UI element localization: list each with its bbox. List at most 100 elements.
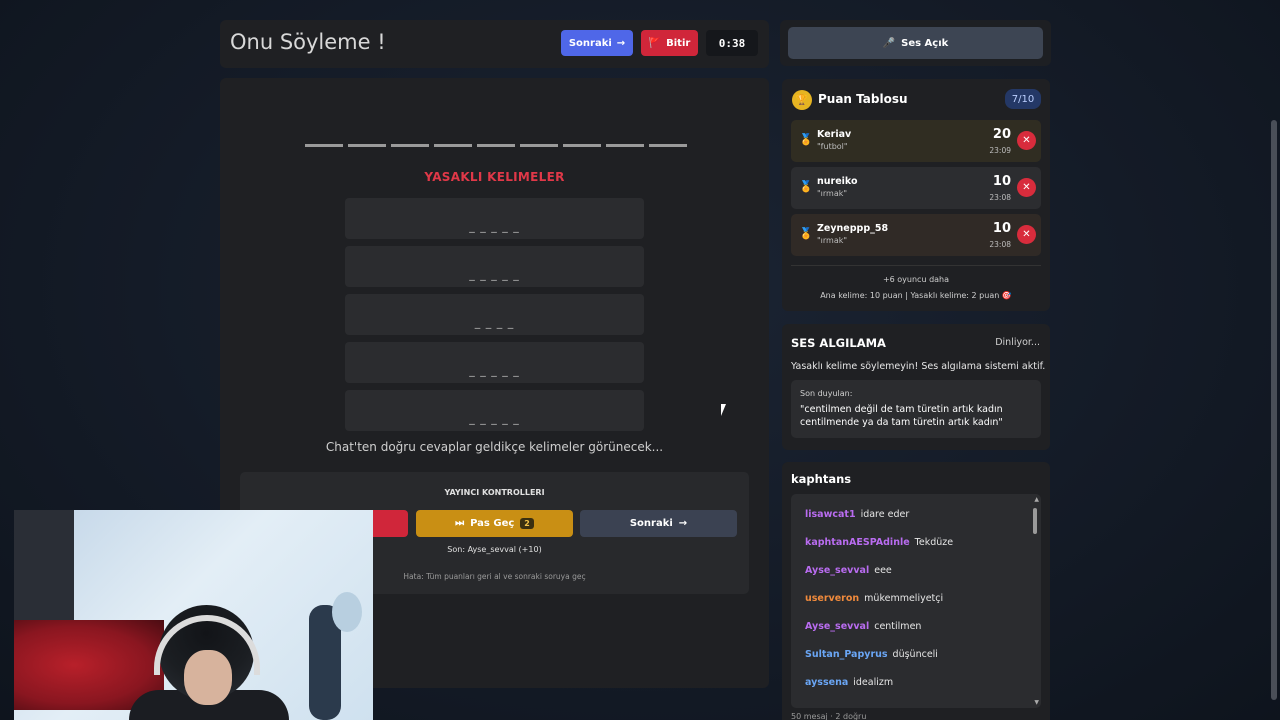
letter-slot — [520, 144, 558, 147]
player-time: 23:09 — [989, 146, 1011, 155]
player-word: "ırmak" — [817, 236, 848, 245]
chat-username: Ayse_sevval — [805, 565, 870, 576]
scoreboard-row: 🏅 nureiko "ırmak" 10 23:08 ✕ — [791, 167, 1041, 209]
chat-panel: kaphtans ▲ ▼ lisawcat1 idare eder kaphtan… — [782, 462, 1050, 720]
pass-count-badge: 2 — [520, 518, 534, 529]
player-name: nureiko — [817, 176, 858, 187]
letter-slot — [434, 144, 472, 147]
chat-text: centilmen — [874, 621, 922, 632]
letter-slot — [391, 144, 429, 147]
sound-label: Ses Açık — [901, 37, 949, 49]
pass-label: Pas Geç — [470, 518, 515, 529]
arrow-right-icon: → — [678, 518, 688, 529]
forbidden-words-title: YASAKLI KELIMELER — [424, 170, 565, 184]
player-score: 10 — [992, 221, 1011, 236]
chat-message: Ayse_sevval eee — [805, 565, 892, 576]
player-word: "ırmak" — [817, 189, 848, 198]
remove-player-button[interactable]: ✕ — [1017, 225, 1036, 244]
microphone-icon: 🎤 — [882, 37, 896, 49]
letter-slot — [305, 144, 343, 147]
letter-slot — [649, 144, 687, 147]
points-info: Ana kelime: 10 puan | Yasaklı kelime: 2 … — [820, 291, 1012, 300]
next-label: Sonraki — [568, 37, 612, 49]
letter-slot — [348, 144, 386, 147]
chat-message: ayssena idealizm — [805, 677, 893, 688]
chat-message: userveron mükemmeliyetçi — [805, 593, 943, 604]
chat-username: kaphtanAESPAdinle — [805, 537, 910, 548]
divider — [791, 265, 1041, 266]
letter-slot — [477, 144, 515, 147]
bronze-medal-icon: 🏅 — [799, 227, 813, 240]
round-timer: 0:38 — [706, 30, 758, 56]
chat-text: Tekdüze — [914, 537, 954, 548]
chat-message: Ayse_sevval centilmen — [805, 621, 921, 632]
silver-medal-icon: 🏅 — [799, 180, 813, 193]
page-scrollbar[interactable] — [1271, 120, 1277, 700]
next-label: Sonraki — [629, 518, 673, 529]
player-score: 10 — [992, 174, 1011, 189]
sound-toggle-button[interactable]: 🎤 Ses Açık — [788, 27, 1043, 59]
target-word-placeholder — [305, 144, 687, 147]
pass-button[interactable]: ⏭ Pas Geç 2 — [416, 510, 573, 537]
scoreboard-count-badge: 7/10 — [1005, 89, 1041, 109]
voice-description: Yasaklı kelime söylemeyin! Ses algılama … — [791, 361, 1046, 372]
chat-hint: Chat'ten doğru cevaplar geldikçe kelimel… — [325, 440, 664, 454]
chat-text: idare eder — [860, 509, 910, 520]
finish-label: Bitir — [666, 37, 691, 49]
chat-message: kaphtanAESPAdinle Tekdüze — [805, 537, 953, 548]
scroll-up-icon[interactable]: ▲ — [1034, 496, 1039, 503]
player-time: 23:08 — [989, 240, 1011, 249]
finish-button[interactable]: 🚩 Bitir — [641, 30, 698, 56]
chat-message: lisawcat1 idare eder — [805, 509, 909, 520]
chat-username: Ayse_sevval — [805, 621, 870, 632]
flag-icon: 🚩 — [648, 37, 662, 49]
last-heard-label: Son duyulan: — [800, 389, 853, 398]
header-next-button[interactable]: Sonraki → — [561, 30, 633, 56]
skip-icon: ⏭ — [455, 518, 465, 529]
scoreboard-row: 🏅 Zeyneppp_58 "ırmak" 10 23:08 ✕ — [791, 214, 1041, 256]
last-heard-box: Son duyulan: "centilmen değil de tam tür… — [791, 380, 1041, 438]
webcam-overlay — [14, 510, 373, 720]
webcam-shadow — [14, 510, 74, 630]
chat-text: düşünceli — [892, 649, 938, 660]
voice-status: Dinliyor... — [995, 337, 1040, 348]
forbidden-word-slot: _ _ _ _ _ — [345, 198, 644, 239]
game-header: Onu Söyleme ! Sonraki → 🚩 Bitir 0:38 — [220, 20, 769, 68]
player-word: "futbol" — [817, 142, 848, 151]
player-score: 20 — [992, 127, 1011, 142]
scoreboard: 🏆 Puan Tablosu 7/10 🏅 Keriav "futbol" 20… — [782, 79, 1050, 311]
chat-text: idealizm — [853, 677, 894, 688]
scoreboard-title: Puan Tablosu — [818, 92, 908, 106]
gold-medal-icon: 🏅 — [799, 133, 813, 146]
chat-text: eee — [874, 565, 892, 576]
chat-username: ayssena — [805, 677, 849, 688]
controls-next-button[interactable]: Sonraki → — [580, 510, 737, 537]
remove-player-button[interactable]: ✕ — [1017, 131, 1036, 150]
chat-username: lisawcat1 — [805, 509, 856, 520]
forbidden-word-slot: _ _ _ _ — [345, 294, 644, 335]
forbidden-word-slot: _ _ _ _ _ — [345, 390, 644, 431]
forbidden-word-slot: _ _ _ _ _ — [345, 246, 644, 287]
remove-player-button[interactable]: ✕ — [1017, 178, 1036, 197]
arrow-right-icon: → — [616, 37, 626, 49]
webcam-plush — [332, 592, 362, 632]
letter-slot — [563, 144, 601, 147]
scroll-down-icon[interactable]: ▼ — [1034, 699, 1039, 706]
letter-slot — [606, 144, 644, 147]
game-title: Onu Söyleme ! — [230, 30, 386, 54]
chat-scrollbar[interactable] — [1033, 508, 1037, 534]
controls-title: YAYINCI KONTROLLERI — [444, 488, 545, 497]
trophy-icon: 🏆 — [792, 90, 812, 110]
voice-detection-panel: SES ALGILAMA Dinliyor... Yasaklı kelime … — [782, 324, 1050, 450]
chat-stats: 50 mesaj · 2 doğru — [791, 712, 867, 720]
chat-username: userveron — [805, 593, 860, 604]
voice-title: SES ALGILAMA — [791, 336, 886, 350]
forbidden-word-slot: _ _ _ _ _ — [345, 342, 644, 383]
mouse-cursor-icon — [721, 404, 726, 416]
chat-channel-title: kaphtans — [791, 472, 852, 486]
chat-messages[interactable]: ▲ ▼ lisawcat1 idare eder kaphtanAESPAdinl… — [791, 494, 1041, 708]
last-heard-text: "centilmen değil de tam türetin artık ka… — [800, 404, 1003, 428]
chat-username: Sultan_Papyrus — [805, 649, 888, 660]
player-time: 23:08 — [989, 193, 1011, 202]
chat-message: Sultan_Papyrus düşünceli — [805, 649, 938, 660]
